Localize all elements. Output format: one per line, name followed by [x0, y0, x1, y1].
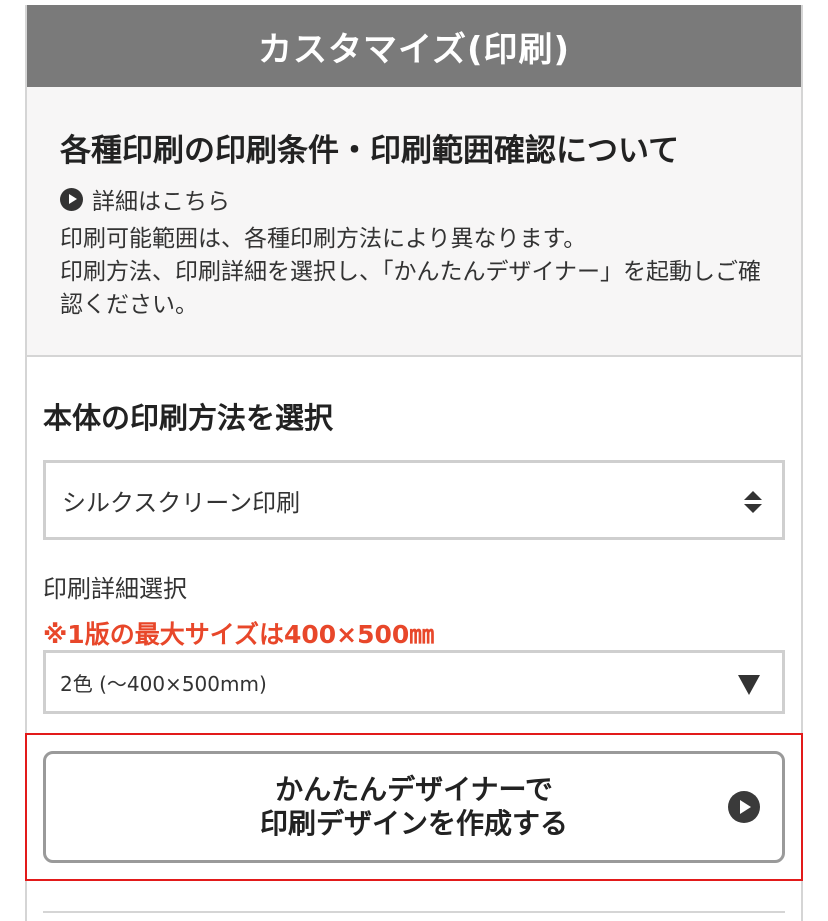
- panel-header: カスタマイズ(印刷): [27, 5, 801, 87]
- detail-link-label: 詳細はこちら: [92, 189, 230, 215]
- print-detail-label: 印刷詳細選択: [43, 575, 187, 603]
- print-info-box: 各種印刷の印刷条件・印刷範囲確認について 詳細はこちら 印刷可能範囲は、各種印刷…: [27, 87, 801, 357]
- cta-line-1: かんたんデザイナーで: [275, 773, 553, 806]
- triangle-down-icon: [738, 675, 760, 695]
- play-circle-icon: [728, 791, 760, 823]
- cta-line-2: 印刷デザインを作成する: [259, 807, 568, 840]
- print-detail-value: 2色 (〜400×500mm): [60, 671, 267, 696]
- info-title: 各種印刷の印刷条件・印刷範囲確認について: [60, 133, 680, 169]
- info-body: 印刷可能範囲は、各種印刷方法により異なります。 印刷方法、印刷詳細を選択し、「か…: [60, 223, 770, 322]
- max-size-note: ※1版の最大サイズは400×500㎜: [43, 620, 435, 649]
- detail-link[interactable]: 詳細はこちら: [60, 182, 230, 216]
- method-section-title: 本体の印刷方法を選択: [43, 401, 334, 435]
- header-title: カスタマイズ(印刷): [257, 29, 571, 70]
- updown-arrows-icon: [744, 491, 762, 515]
- easy-designer-button[interactable]: かんたんデザイナーで 印刷デザインを作成する: [43, 751, 785, 863]
- print-method-select[interactable]: シルクスクリーン印刷: [43, 460, 785, 540]
- play-circle-icon: [60, 187, 83, 211]
- print-method-value: シルクスクリーン印刷: [62, 488, 301, 517]
- customize-panel: カスタマイズ(印刷) 各種印刷の印刷条件・印刷範囲確認について 詳細はこちら 印…: [25, 5, 803, 921]
- info-line-2: 印刷方法、印刷詳細を選択し、「かんたんデザイナー」を起動しご確認ください。: [60, 259, 762, 318]
- divider: [43, 911, 785, 913]
- info-line-1: 印刷可能範囲は、各種印刷方法により異なります。: [60, 226, 587, 252]
- print-detail-select[interactable]: 2色 (〜400×500mm): [43, 650, 785, 714]
